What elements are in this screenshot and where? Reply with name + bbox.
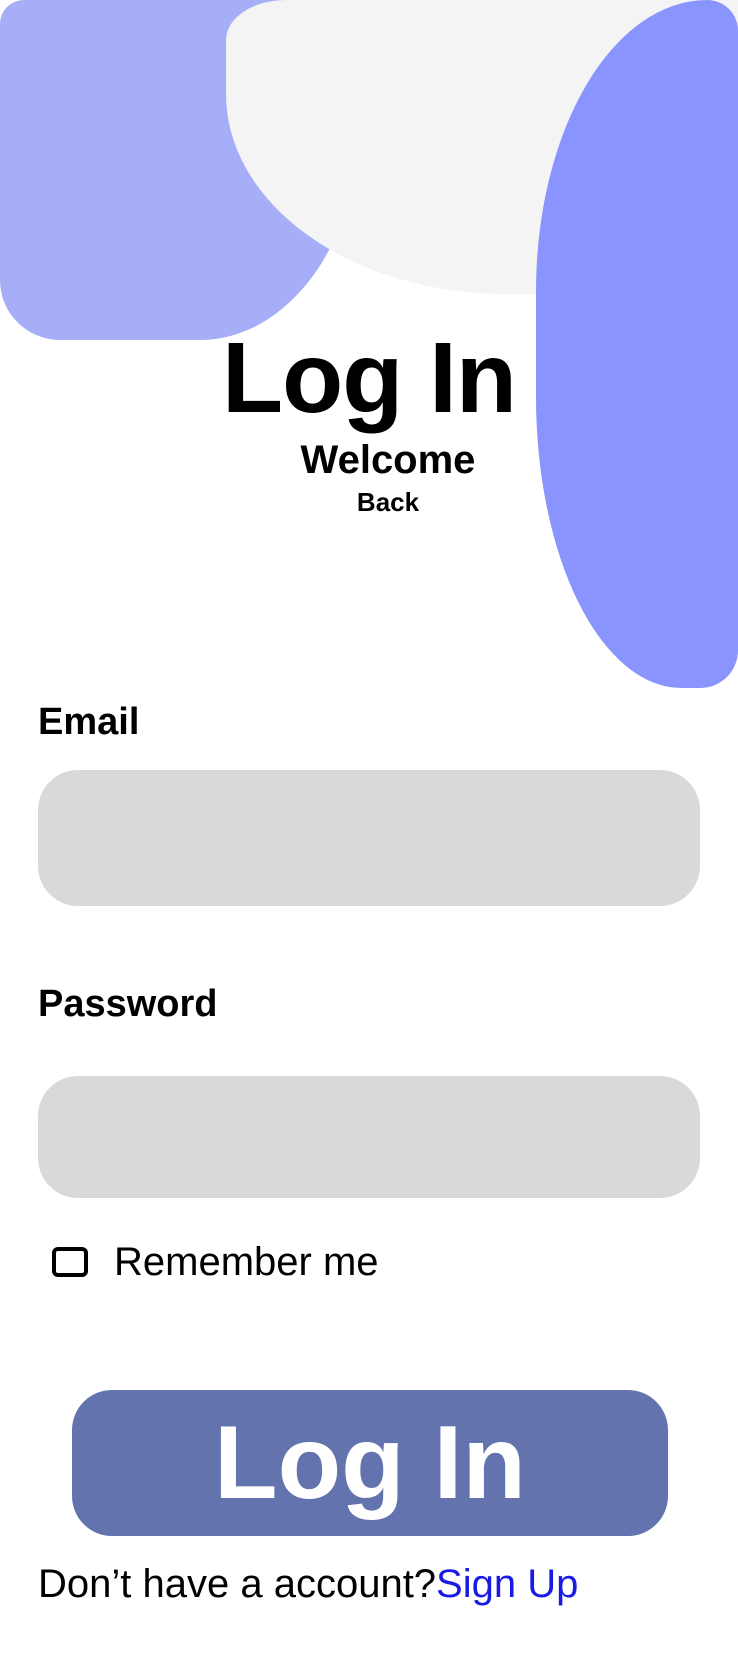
signup-prompt: Don’t have a account?Sign Up: [38, 1560, 578, 1608]
signup-link[interactable]: Sign Up: [436, 1562, 578, 1606]
login-button[interactable]: Log In: [72, 1390, 668, 1536]
email-field[interactable]: [38, 770, 700, 906]
remember-me-checkbox[interactable]: [52, 1247, 88, 1277]
password-field[interactable]: [38, 1076, 700, 1198]
password-label: Password: [38, 983, 218, 1025]
remember-me-label: Remember me: [114, 1240, 379, 1284]
welcome-back-text: Back: [356, 487, 420, 517]
page-title: Log In: [222, 322, 517, 434]
email-label: Email: [38, 701, 140, 743]
remember-me-option[interactable]: Remember me: [52, 1240, 379, 1284]
welcome-text: Welcome: [300, 438, 476, 482]
signup-prompt-text: Don’t have a account?: [38, 1562, 437, 1606]
